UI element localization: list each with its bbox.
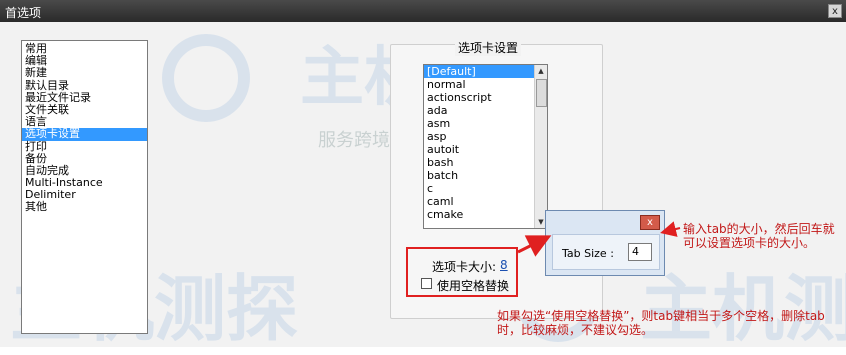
language-item[interactable]: autoit [424, 143, 547, 156]
window-title: 首选项 [5, 6, 42, 20]
category-item[interactable]: 默认目录 [22, 79, 147, 92]
language-list[interactable]: [Default] normal actionscript ada asm asp auto… [423, 64, 548, 229]
language-item[interactable]: bash [424, 156, 547, 169]
language-scrollbar[interactable]: ▲ ▼ [534, 65, 547, 228]
scroll-up-icon[interactable]: ▲ [535, 65, 547, 77]
category-list[interactable]: 常用 编辑 新建 默认目录 最近文件记录 文件关联 语言 选项卡设置 打印 备份 自动完成 Multi… [21, 40, 148, 334]
category-item[interactable]: 其他 [22, 201, 147, 213]
popup-tab-size-input[interactable]: 4 [628, 243, 652, 261]
replace-with-space-label[interactable]: 使用空格替换 [437, 277, 509, 294]
tab-size-label: 选项卡大小: [432, 260, 497, 274]
popup-close-icon[interactable]: x [640, 215, 660, 230]
category-item[interactable]: 打印 [22, 140, 147, 153]
category-item[interactable]: 选项卡设置 [22, 128, 147, 141]
scroll-thumb[interactable] [536, 79, 547, 107]
annotation-tab-size: 输入tab的大小，然后回车就可以设置选项卡的大小。 [683, 222, 835, 250]
tab-size-value[interactable]: 8 [500, 258, 508, 272]
language-item[interactable]: ada [424, 104, 547, 117]
language-item[interactable]: caml [424, 195, 547, 208]
replace-with-space-checkbox[interactable] [421, 278, 432, 289]
category-item[interactable]: 新建 [22, 67, 147, 79]
popup-tab-size-label: Tab Size : [562, 247, 614, 260]
close-icon[interactable]: x [828, 4, 842, 18]
language-item[interactable]: cmake [424, 208, 547, 221]
language-item[interactable]: batch [424, 169, 547, 182]
language-item[interactable]: [Default] [424, 65, 547, 78]
language-item[interactable]: asp [424, 130, 547, 143]
language-item[interactable]: actionscript [424, 91, 547, 104]
tab-settings-title: 选项卡设置 [455, 39, 522, 56]
language-item[interactable]: asm [424, 117, 547, 130]
language-item[interactable]: normal [424, 78, 547, 91]
title-bar: 首选项 x [0, 0, 846, 22]
language-item[interactable]: c [424, 182, 547, 195]
annotation-replace-space: 如果勾选“使用空格替换”，则tab键相当于多个空格，删除tab时，比较麻烦，不建… [497, 309, 825, 337]
